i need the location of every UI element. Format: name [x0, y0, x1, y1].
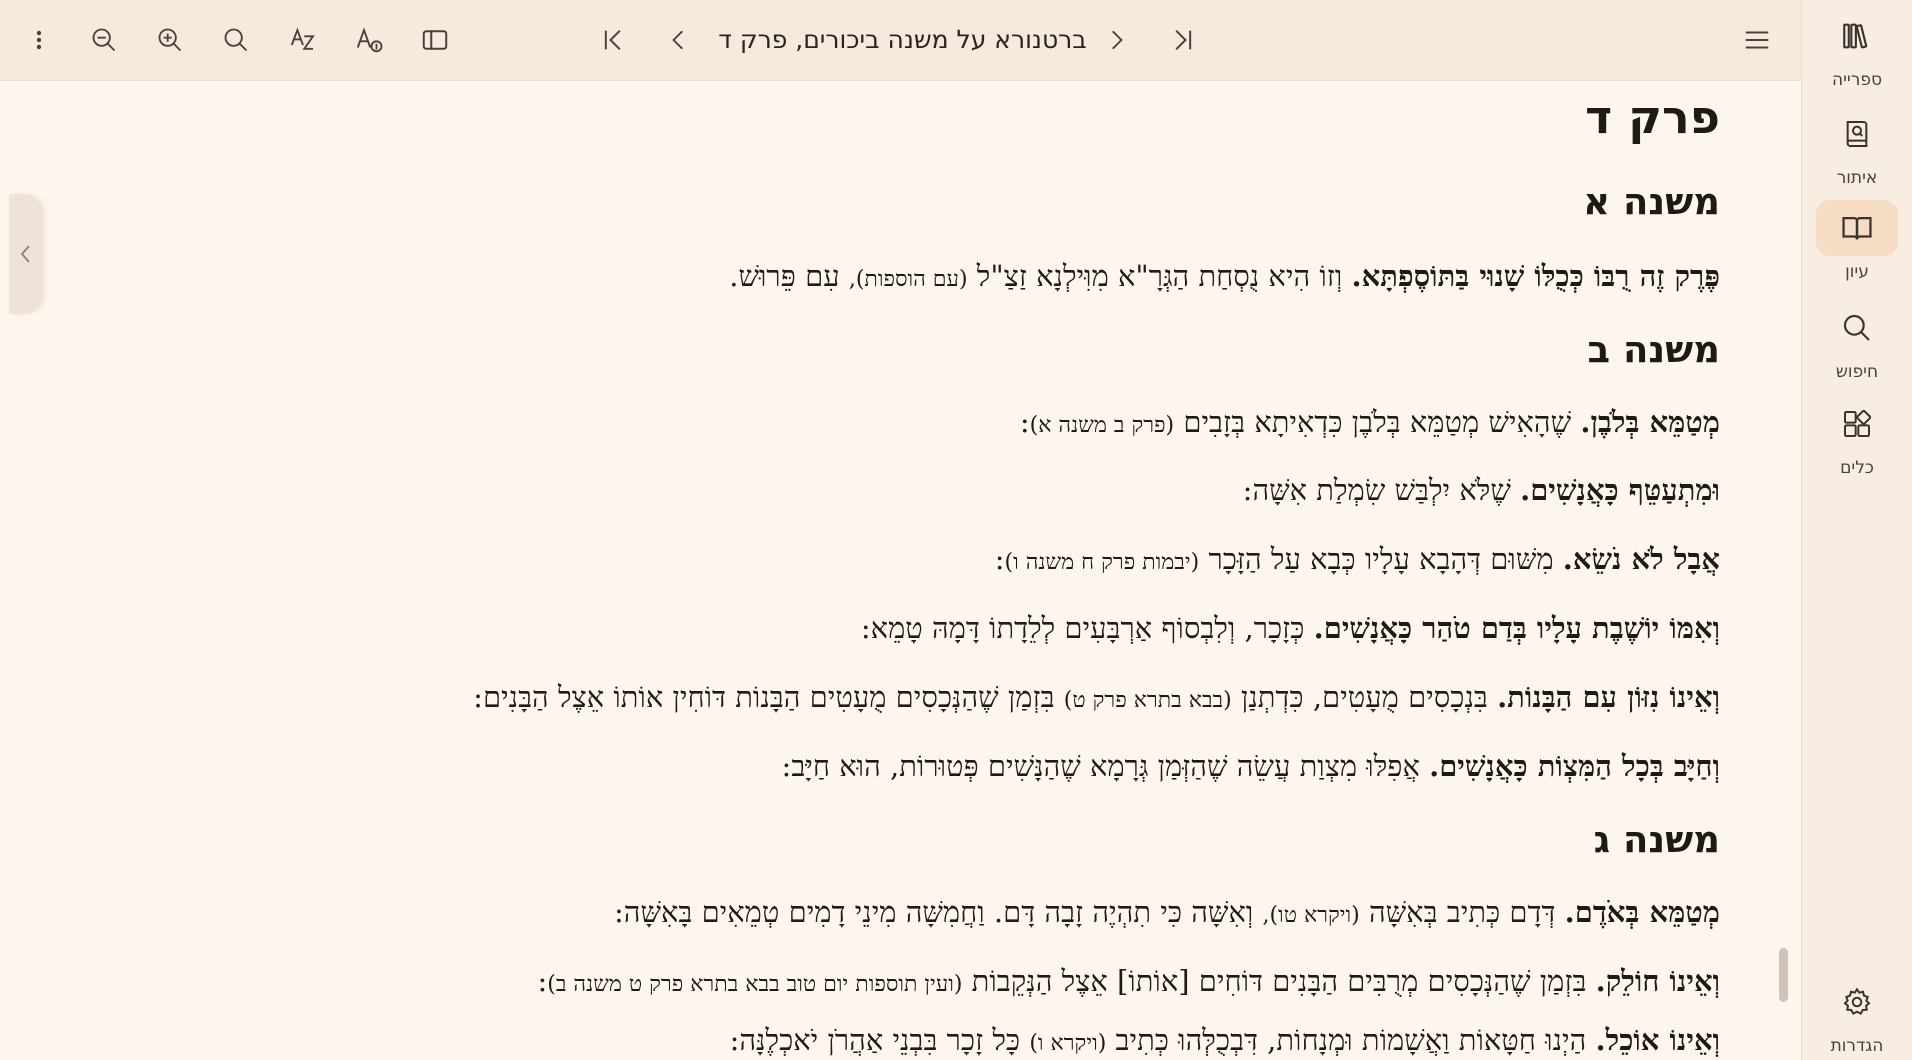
search-icon[interactable] — [214, 18, 258, 62]
document-title: ברטנורא על משנה ביכורים, פרק ד — [718, 25, 1087, 54]
commentary-paragraph: וְאֵינוֹ אוֹכֵל. הַיְנוּ חַטָּאוֹת וַאֲש… — [729, 1023, 1720, 1057]
mishna-heading: משנה ג — [1593, 818, 1720, 861]
zoom-out-icon[interactable] — [82, 18, 126, 62]
sidebar-item-tools[interactable]: כלים — [1812, 396, 1902, 478]
library-icon — [1840, 19, 1874, 53]
commentary-paragraph: וְאֵינוֹ נִזּוֹן עִם הַבָּנוֹת. בִּנְכָס… — [473, 680, 1720, 714]
next-icon[interactable] — [1094, 18, 1138, 62]
sidebar-item-settings[interactable]: הגדרות — [1812, 974, 1902, 1056]
locate-icon — [1841, 118, 1873, 150]
sidebar-item-search[interactable]: חיפוש — [1812, 300, 1902, 382]
sidebar-item-locate[interactable]: איתור — [1812, 106, 1902, 188]
mishna-heading: משנה א — [1583, 180, 1720, 223]
commentary-paragraph: פֶּרֶק זֶה רֻבּוֹ כְּכֻלּוֹ שָׁנוּי בַּת… — [729, 259, 1720, 293]
commentary-paragraph: וְאִמּוֹ יוֹשֶׁבֶת עָלָיו בְּדַם טֹהַר כ… — [860, 611, 1720, 645]
previous-icon[interactable] — [657, 18, 701, 62]
spell-tool-icon[interactable] — [281, 18, 325, 62]
more-menu-icon[interactable] — [17, 18, 61, 62]
scrollbar-thumb[interactable] — [1779, 948, 1788, 1002]
search-icon — [1841, 312, 1873, 344]
commentary-paragraph: מְטַמֵּא בְּאֹדֶם. דְּדָם כְּתִיב בְּאִש… — [614, 895, 1720, 929]
mishna-heading: משנה ב — [1587, 328, 1720, 371]
last-page-icon[interactable] — [1160, 18, 1204, 62]
chevron-left-icon — [20, 245, 30, 263]
collapse-panel-handle[interactable] — [9, 194, 43, 314]
chapter-title: פרק ד — [1585, 90, 1720, 144]
commentary-paragraph: אֲבָל לֹא נֹשֵׂא. מִשּׁוּם דְּהָבָא עָלָ… — [994, 542, 1720, 576]
sidebar-item-library[interactable]: ספרייה — [1812, 8, 1902, 90]
commentary-paragraph: וְאֵינוֹ חוֹלֵק. בִּזְמַן שֶׁהַנְּכָסִים… — [537, 964, 1720, 998]
zoom-in-icon[interactable] — [148, 18, 192, 62]
reader-content: פרק ד משנה א פֶּרֶק זֶה רֻבּוֹ כְּכֻלּוֹ… — [150, 80, 1720, 1060]
sidebar-item-study[interactable]: עיון — [1812, 200, 1902, 282]
first-page-icon[interactable] — [592, 18, 636, 62]
hamburger-menu-icon[interactable] — [1735, 18, 1779, 62]
right-sidebar: ספרייה איתור עיון חיפוש כלים הגדרות — [1801, 0, 1912, 1060]
tools-icon — [1841, 408, 1873, 440]
book-open-icon — [1840, 211, 1874, 245]
toggle-panel-icon[interactable] — [413, 18, 457, 62]
commentary-paragraph: מְטַמֵּא בְּלֹבֶן. שֶׁהָאִישׁ מְטַמֵּא ב… — [1019, 405, 1720, 439]
commentary-paragraph: וְחַיָּב בְּכָל הַמִּצְוֹת כָּאֲנָשִׁים.… — [781, 749, 1720, 783]
top-toolbar: ברטנורא על משנה ביכורים, פרק ד — [0, 0, 1802, 81]
gear-icon — [1841, 986, 1873, 1018]
commentary-paragraph: וּמִתְעַטֵּף כָּאֲנָשִׁים. שֶׁלֹּא יִלְב… — [1242, 473, 1720, 507]
font-size-icon[interactable] — [347, 18, 391, 62]
